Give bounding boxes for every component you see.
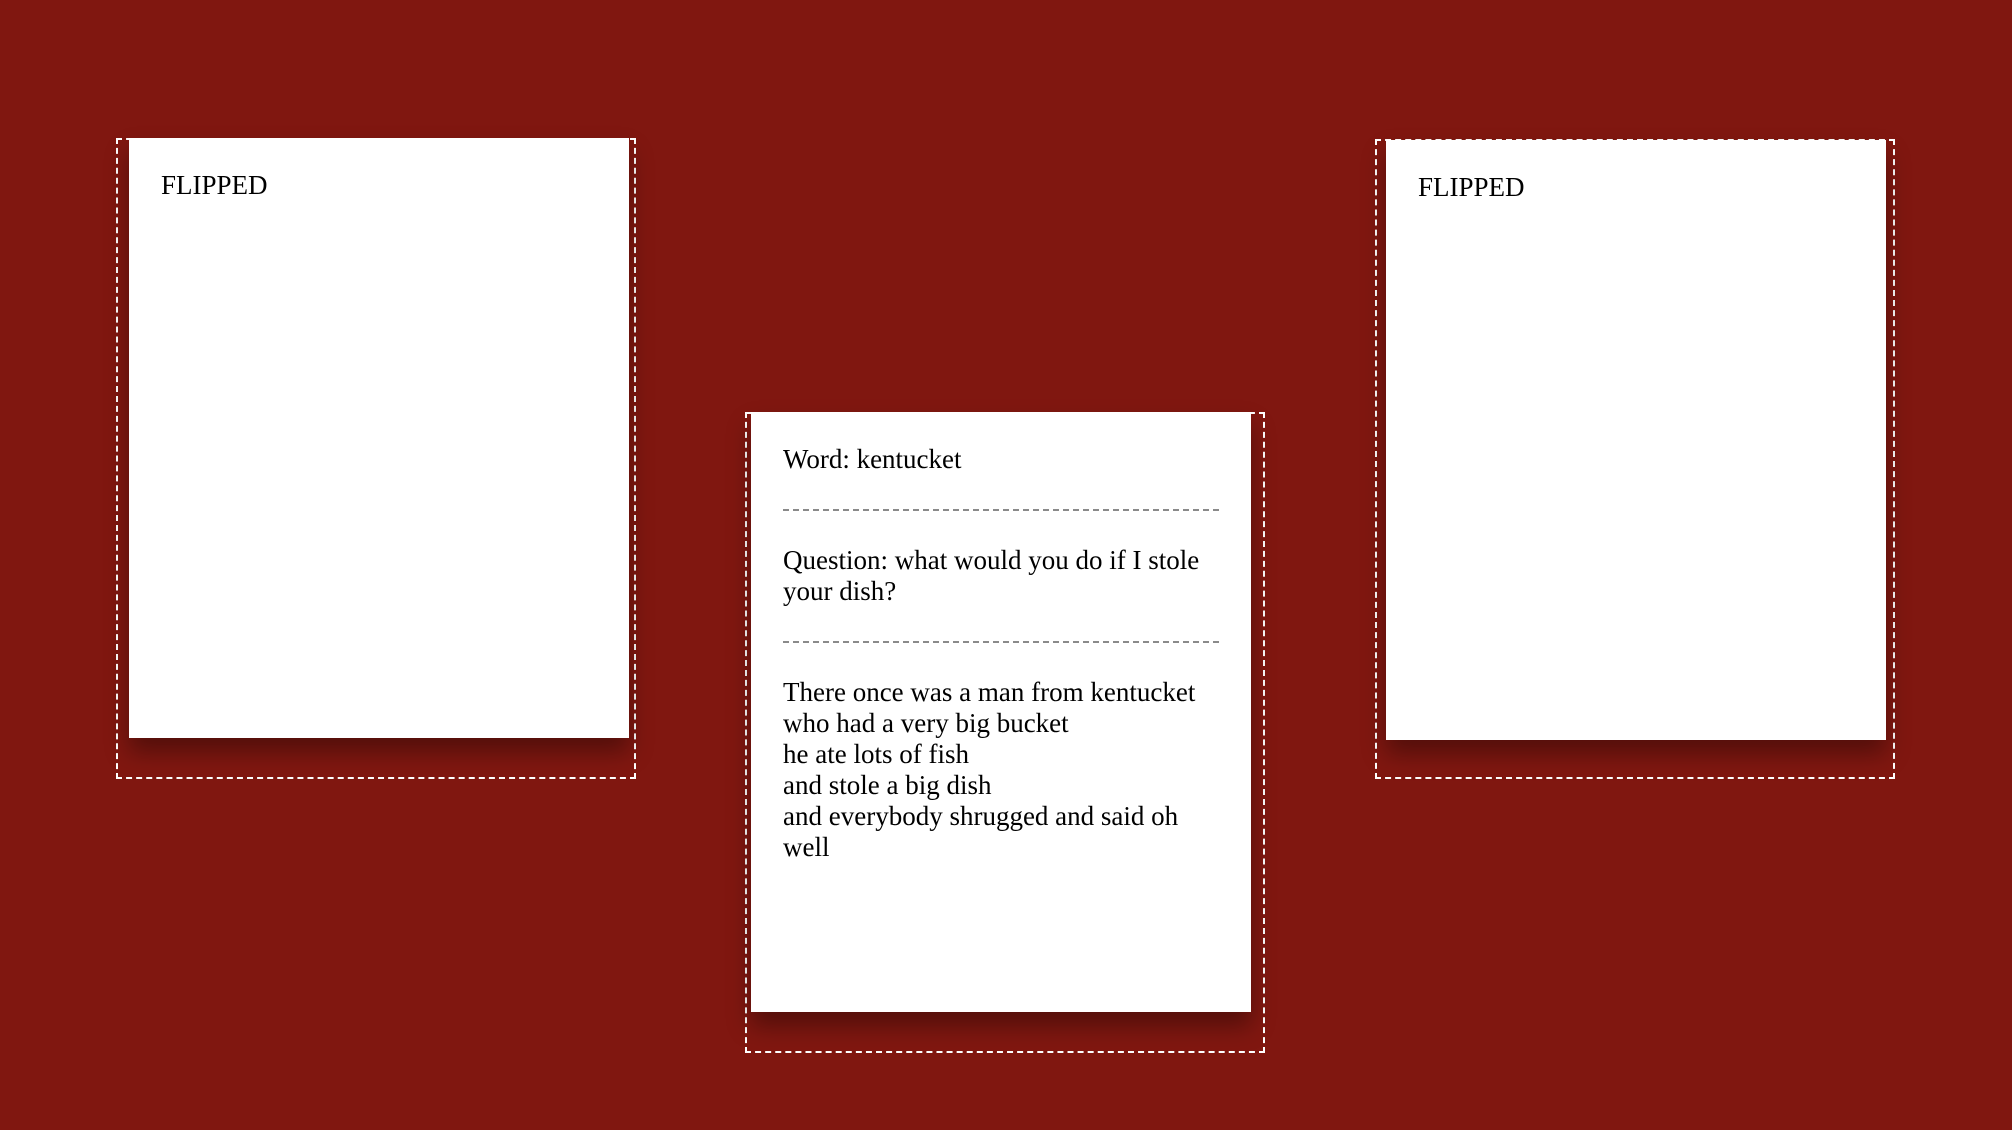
question-text: Question: what would you do if I stole y… xyxy=(783,545,1200,606)
card-right[interactable]: FLIPPED xyxy=(1386,140,1886,740)
poem-line: he ate lots of fish xyxy=(783,739,969,769)
word-text: Word: kentucket xyxy=(783,444,962,474)
poem-line: There once was a man from kentucket xyxy=(783,677,1196,707)
divider xyxy=(783,509,1219,511)
divider xyxy=(783,641,1219,643)
card-left[interactable]: FLIPPED xyxy=(129,138,629,738)
card-center[interactable]: Word: kentucket Question: what would you… xyxy=(751,412,1251,1012)
poem-line: who had a very big bucket xyxy=(783,708,1069,738)
poem-text: There once was a man from kentucket who … xyxy=(783,677,1219,863)
card-status-label: FLIPPED xyxy=(1418,172,1525,202)
poem-line: and everybody shrugged and said oh well xyxy=(783,801,1179,862)
poem-line: and stole a big dish xyxy=(783,770,992,800)
card-status-label: FLIPPED xyxy=(161,170,268,200)
